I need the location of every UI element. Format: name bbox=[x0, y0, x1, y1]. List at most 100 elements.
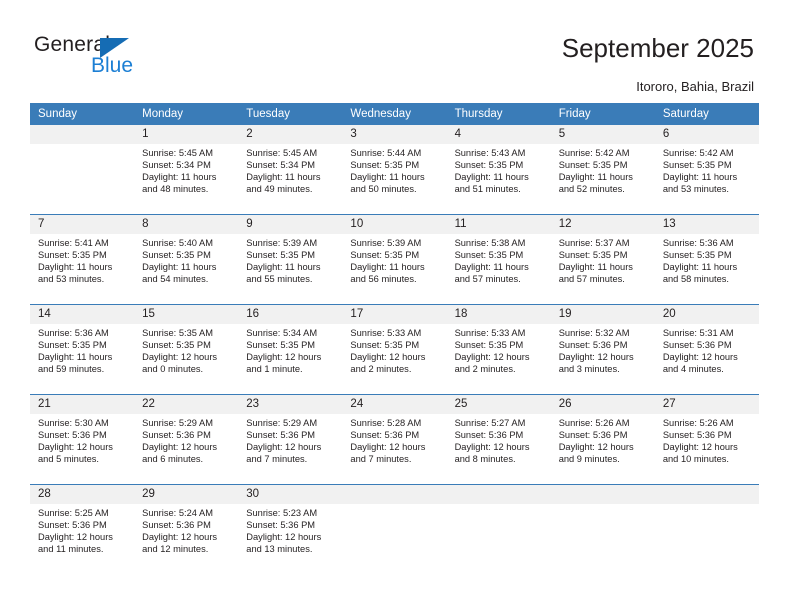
calendar-day-cell[interactable]: 6 Sunrise: 5:42 AM Sunset: 5:35 PM Daylight… bbox=[654, 125, 759, 215]
daylight-text-line2: and 5 minutes. bbox=[38, 453, 99, 464]
sunset-text: Sunset: 5:35 PM bbox=[142, 249, 211, 260]
daylight-text-line1: Daylight: 11 hours bbox=[38, 351, 113, 362]
sunset-text: Sunset: 5:35 PM bbox=[142, 339, 211, 350]
calendar-day-cell[interactable]: 17 Sunrise: 5:33 AM Sunset: 5:35 PM Dayligh… bbox=[342, 304, 447, 395]
day-number: 23 bbox=[238, 395, 343, 414]
sunset-text: Sunset: 5:35 PM bbox=[38, 339, 107, 350]
calendar-day-cell[interactable]: 29 Sunrise: 5:24 AM Sunset: 5:36 PM Dayligh… bbox=[134, 484, 239, 574]
calendar-day-cell[interactable]: 30 Sunrise: 5:23 AM Sunset: 5:36 PM Dayligh… bbox=[238, 484, 343, 574]
day-sun-info: Sunrise: 5:39 AM Sunset: 5:35 PM Daylight:… bbox=[238, 234, 342, 286]
day-number bbox=[30, 125, 135, 144]
sunrise-text: Sunrise: 5:36 AM bbox=[38, 328, 109, 338]
calendar-day-cell[interactable]: 18 Sunrise: 5:33 AM Sunset: 5:35 PM Dayligh… bbox=[446, 304, 551, 395]
calendar-day-cell[interactable]: 22 Sunrise: 5:29 AM Sunset: 5:36 PM Dayligh… bbox=[134, 394, 239, 485]
daylight-text-line1: Daylight: 12 hours bbox=[558, 441, 634, 452]
calendar-day-cell[interactable]: 12 Sunrise: 5:37 AM Sunset: 5:35 PM Dayligh… bbox=[550, 214, 655, 305]
sunrise-text: Sunrise: 5:29 AM bbox=[246, 418, 318, 428]
calendar-day-cell[interactable]: 24 Sunrise: 5:28 AM Sunset: 5:36 PM Dayligh… bbox=[342, 394, 447, 485]
calendar-day-cell[interactable]: 8 Sunrise: 5:40 AM Sunset: 5:35 PM Daylight… bbox=[134, 214, 239, 305]
sunset-text: Sunset: 5:36 PM bbox=[142, 519, 211, 530]
day-sun-info: Sunrise: 5:23 AM Sunset: 5:36 PM Daylight:… bbox=[238, 504, 342, 556]
daylight-text-line2: and 9 minutes. bbox=[558, 453, 620, 464]
daylight-text-line2: and 59 minutes. bbox=[38, 363, 105, 374]
daylight-text-line1: Daylight: 12 hours bbox=[454, 351, 530, 362]
calendar-day-cell[interactable]: 2 Sunrise: 5:45 AM Sunset: 5:34 PM Daylight… bbox=[238, 125, 343, 215]
daylight-text-line2: and 54 minutes. bbox=[142, 273, 209, 284]
sunset-text: Sunset: 5:36 PM bbox=[662, 429, 732, 440]
calendar-day-cell[interactable]: 23 Sunrise: 5:29 AM Sunset: 5:36 PM Dayligh… bbox=[238, 394, 343, 485]
day-number: 10 bbox=[342, 215, 447, 234]
general-blue-logo[interactable]: General Blue bbox=[34, 33, 164, 83]
calendar-day-cell[interactable]: 27 Sunrise: 5:26 AM Sunset: 5:36 PM Dayligh… bbox=[654, 394, 759, 485]
daylight-text-line2: and 58 minutes. bbox=[662, 273, 729, 284]
calendar-day-cell[interactable]: 16 Sunrise: 5:34 AM Sunset: 5:35 PM Dayligh… bbox=[238, 304, 343, 395]
calendar-day-cell[interactable]: 20 Sunrise: 5:31 AM Sunset: 5:36 PM Dayligh… bbox=[654, 304, 759, 395]
daylight-text-line1: Daylight: 12 hours bbox=[246, 351, 322, 362]
sunset-text: Sunset: 5:36 PM bbox=[662, 339, 732, 350]
sunset-text: Sunset: 5:34 PM bbox=[142, 159, 211, 170]
day-sun-info: Sunrise: 5:39 AM Sunset: 5:35 PM Daylight:… bbox=[342, 234, 446, 286]
daylight-text-line1: Daylight: 11 hours bbox=[142, 261, 217, 272]
sunrise-text: Sunrise: 5:30 AM bbox=[38, 418, 109, 428]
day-sun-info: Sunrise: 5:45 AM Sunset: 5:34 PM Daylight:… bbox=[238, 144, 342, 196]
calendar-day-cell[interactable]: 3 Sunrise: 5:44 AM Sunset: 5:35 PM Daylight… bbox=[342, 125, 447, 215]
calendar-day-cell[interactable]: 7 Sunrise: 5:41 AM Sunset: 5:35 PM Daylight… bbox=[30, 214, 135, 305]
daylight-text-line2: and 57 minutes. bbox=[558, 273, 625, 284]
page-header: General Blue September 2025 Itororo, Bah… bbox=[0, 0, 792, 100]
daylight-text-line1: Daylight: 12 hours bbox=[662, 351, 738, 362]
daylight-text-line1: Daylight: 11 hours bbox=[246, 171, 321, 182]
daylight-text-line2: and 53 minutes. bbox=[38, 273, 105, 284]
calendar-day-cell[interactable]: 4 Sunrise: 5:43 AM Sunset: 5:35 PM Daylight… bbox=[446, 125, 551, 215]
daylight-text-line2: and 56 minutes. bbox=[350, 273, 417, 284]
day-sun-info: Sunrise: 5:29 AM Sunset: 5:36 PM Daylight:… bbox=[238, 414, 342, 466]
daylight-text-line2: and 6 minutes. bbox=[142, 453, 204, 464]
sunrise-text: Sunrise: 5:40 AM bbox=[142, 238, 213, 248]
sunset-text: Sunset: 5:36 PM bbox=[246, 519, 316, 530]
page-subtitle-location: Itororo, Bahia, Brazil bbox=[636, 79, 754, 94]
sunrise-text: Sunrise: 5:35 AM bbox=[142, 328, 213, 338]
daylight-text-line1: Daylight: 11 hours bbox=[454, 171, 529, 182]
logo-text-blue: Blue bbox=[91, 54, 134, 77]
day-number: 19 bbox=[550, 305, 655, 324]
daylight-text-line1: Daylight: 11 hours bbox=[246, 261, 321, 272]
sunrise-text: Sunrise: 5:26 AM bbox=[662, 418, 734, 428]
weekday-header-monday: Monday bbox=[134, 103, 239, 125]
day-number: 28 bbox=[30, 485, 135, 504]
sunset-text: Sunset: 5:34 PM bbox=[246, 159, 316, 170]
calendar-day-cell[interactable]: 21 Sunrise: 5:30 AM Sunset: 5:36 PM Dayligh… bbox=[30, 394, 135, 485]
day-sun-info: Sunrise: 5:45 AM Sunset: 5:34 PM Daylight:… bbox=[134, 144, 238, 196]
day-number: 5 bbox=[550, 125, 655, 144]
sunrise-text: Sunrise: 5:36 AM bbox=[662, 238, 734, 248]
calendar-day-cell[interactable]: 13 Sunrise: 5:36 AM Sunset: 5:35 PM Dayligh… bbox=[654, 214, 759, 305]
weekday-header-wednesday: Wednesday bbox=[342, 103, 447, 125]
day-number: 4 bbox=[446, 125, 551, 144]
calendar-day-cell[interactable]: 14 Sunrise: 5:36 AM Sunset: 5:35 PM Dayligh… bbox=[30, 304, 135, 395]
calendar-day-cell[interactable]: 28 Sunrise: 5:25 AM Sunset: 5:36 PM Dayligh… bbox=[30, 484, 135, 574]
sunrise-text: Sunrise: 5:24 AM bbox=[142, 508, 213, 518]
calendar-day-cell[interactable]: 9 Sunrise: 5:39 AM Sunset: 5:35 PM Daylight… bbox=[238, 214, 343, 305]
daylight-text-line2: and 49 minutes. bbox=[246, 183, 313, 194]
sunrise-text: Sunrise: 5:39 AM bbox=[350, 238, 422, 248]
daylight-text-line2: and 3 minutes. bbox=[558, 363, 620, 374]
daylight-text-line1: Daylight: 11 hours bbox=[38, 261, 113, 272]
daylight-text-line2: and 8 minutes. bbox=[454, 453, 516, 464]
day-sun-info: Sunrise: 5:25 AM Sunset: 5:36 PM Daylight:… bbox=[30, 504, 134, 556]
day-sun-info: Sunrise: 5:44 AM Sunset: 5:35 PM Daylight:… bbox=[342, 144, 446, 196]
sunset-text: Sunset: 5:35 PM bbox=[246, 339, 316, 350]
sunset-text: Sunset: 5:35 PM bbox=[454, 339, 524, 350]
calendar-day-cell[interactable]: 10 Sunrise: 5:39 AM Sunset: 5:35 PM Dayligh… bbox=[342, 214, 447, 305]
sunset-text: Sunset: 5:35 PM bbox=[662, 159, 732, 170]
daylight-text-line2: and 48 minutes. bbox=[142, 183, 209, 194]
calendar-day-cell[interactable]: 15 Sunrise: 5:35 AM Sunset: 5:35 PM Dayligh… bbox=[134, 304, 239, 395]
day-number: 15 bbox=[134, 305, 239, 324]
day-sun-info: Sunrise: 5:36 AM Sunset: 5:35 PM Daylight:… bbox=[655, 234, 759, 286]
day-number: 29 bbox=[134, 485, 239, 504]
calendar-week-row: 14 Sunrise: 5:36 AM Sunset: 5:35 PM Dayligh… bbox=[30, 304, 759, 395]
calendar-day-cell[interactable]: 5 Sunrise: 5:42 AM Sunset: 5:35 PM Daylight… bbox=[550, 125, 655, 215]
calendar-day-cell[interactable]: 11 Sunrise: 5:38 AM Sunset: 5:35 PM Dayligh… bbox=[446, 214, 551, 305]
calendar-day-cell[interactable]: 1 Sunrise: 5:45 AM Sunset: 5:34 PM Daylight… bbox=[134, 125, 239, 215]
calendar-day-cell[interactable]: 19 Sunrise: 5:32 AM Sunset: 5:36 PM Dayligh… bbox=[550, 304, 655, 395]
sunset-text: Sunset: 5:36 PM bbox=[246, 429, 316, 440]
calendar-day-cell[interactable]: 25 Sunrise: 5:27 AM Sunset: 5:36 PM Dayligh… bbox=[446, 394, 551, 485]
calendar-day-cell[interactable]: 26 Sunrise: 5:26 AM Sunset: 5:36 PM Dayligh… bbox=[550, 394, 655, 485]
